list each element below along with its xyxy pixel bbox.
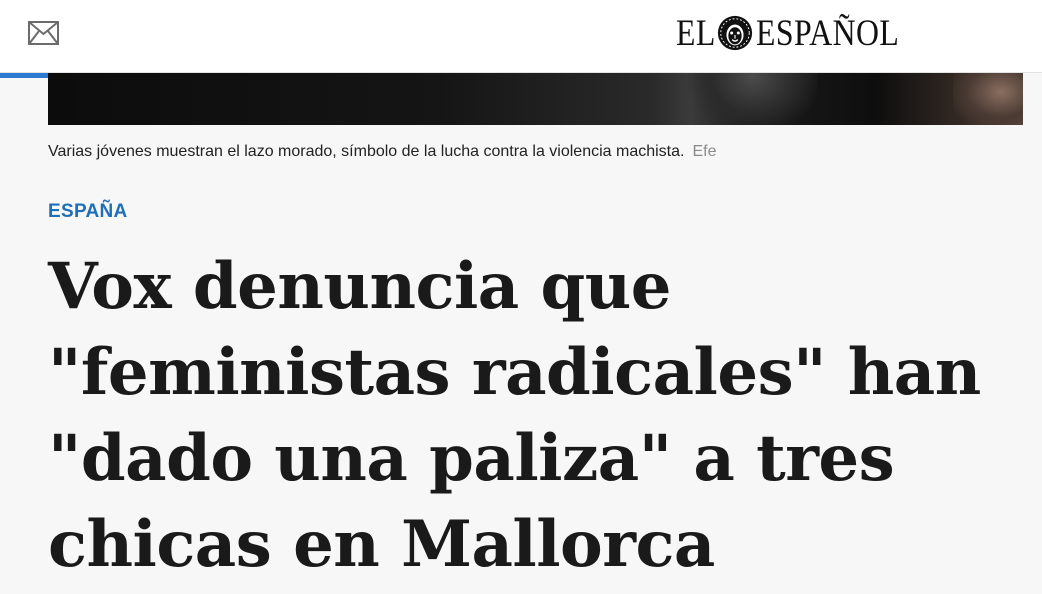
lion-head-icon: [717, 15, 753, 51]
article-photo: [48, 73, 1023, 125]
photo-caption: Varias jóvenes muestran el lazo morado, …: [48, 143, 716, 161]
photo-credit: Efe: [692, 143, 717, 160]
site-header: EL ESPAÑOL: [0, 0, 1042, 73]
photo-detail: [688, 73, 818, 125]
site-logo[interactable]: EL ESPAÑOL: [676, 12, 923, 54]
logo-text-el: EL: [676, 12, 716, 54]
envelope-icon: [28, 21, 59, 45]
article-headline: Vox denuncia que "feministas radicales" …: [48, 249, 981, 582]
photo-caption-text: Varias jóvenes muestran el lazo morado, …: [48, 143, 685, 160]
photo-detail: [953, 73, 1023, 125]
section-link[interactable]: ESPAÑA: [48, 201, 128, 223]
newsletter-button[interactable]: [28, 21, 59, 45]
logo-text-espanol: ESPAÑOL: [756, 12, 900, 54]
